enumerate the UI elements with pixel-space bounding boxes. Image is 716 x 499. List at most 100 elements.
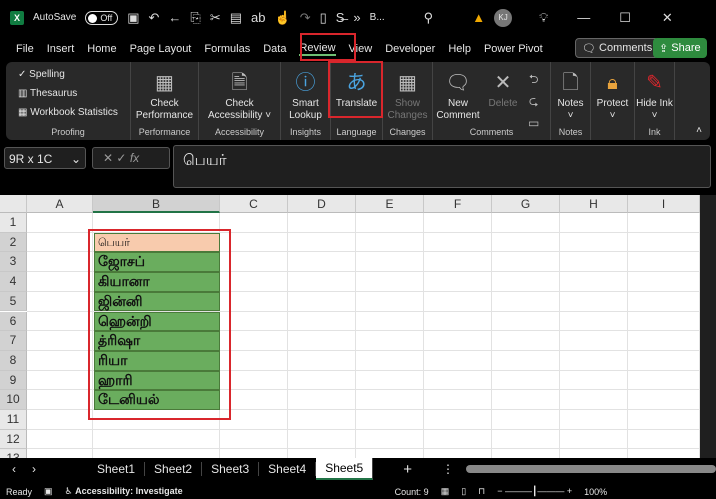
name-box[interactable]: 9R x 1C ⌄ [4,147,86,169]
row-header[interactable]: 6 [0,311,27,332]
select-all-corner[interactable] [0,195,27,213]
sheet-tab[interactable]: Sheet1 [88,462,146,476]
sheet-tab[interactable]: Sheet4 [259,462,317,476]
row-header[interactable]: 2 [0,232,27,253]
formula-input[interactable]: பெயர் [173,145,711,188]
column-header[interactable]: E [356,195,424,213]
enter-icon[interactable]: ✓ [116,151,126,165]
more-icon[interactable]: » [353,10,360,25]
lightbulb-icon[interactable]: 💡︎ [539,10,548,26]
normal-view-icon[interactable]: ▦ [441,486,450,497]
zoom-slider[interactable]: − ———┃——— + [497,486,572,497]
row-header[interactable]: 11 [0,410,27,430]
column-header[interactable]: A [27,195,93,213]
tab-home[interactable]: Home [87,43,116,55]
cut-icon[interactable]: ✂ [210,10,221,26]
row-header[interactable]: 4 [0,272,27,292]
macro-icon[interactable]: ▣ [44,486,53,497]
group-comments: 🗨︎ New Comment ✕ Delete ⮌ ⮎ ▭ Comments [433,62,551,140]
page-break-icon[interactable]: ⊓ [478,486,485,497]
gridline [27,448,700,450]
row-header[interactable]: 3 [0,252,27,273]
close-icon[interactable]: ✕ [662,10,673,26]
search-icon[interactable]: ⚲ [424,10,434,26]
share-button[interactable]: ⇪ Share [653,38,707,58]
save-icon[interactable]: ▣ [127,10,139,26]
minimize-icon[interactable]: — [577,10,590,25]
delete-comment-button[interactable]: ✕ Delete [483,68,523,110]
paste-icon[interactable]: ⎘ [190,10,200,26]
row-header[interactable]: 8 [0,350,27,371]
accessibility-status[interactable]: ♿︎ Accessibility: Investigate [65,486,183,497]
maximize-icon[interactable]: ☐ [619,10,631,26]
add-sheet-icon[interactable]: + [373,461,442,478]
thesaurus-button[interactable]: ▥ Thesaurus [6,83,130,104]
smart-lookup-button[interactable]: ⓘ Smart Lookup [281,68,330,122]
horizontal-scrollbar[interactable] [466,465,716,473]
cancel-icon[interactable]: ✕ [103,151,113,165]
comment-nav-icons[interactable]: ⮌ ⮎ ▭ [528,68,539,134]
column-header[interactable]: I [628,195,700,213]
row-header[interactable]: 9 [0,370,27,391]
sheet-tab[interactable]: Sheet3 [202,462,260,476]
back-icon[interactable]: ← [168,10,181,25]
delete-comment-icon: ✕ [494,72,512,94]
protect-button[interactable]: 🔒︎ Protect ˅ [591,68,634,122]
tab-developer[interactable]: Developer [385,43,435,55]
strikethrough-icon[interactable]: S̶ [336,10,345,25]
gridline [287,213,288,458]
column-header[interactable]: G [492,195,560,213]
column-header[interactable]: H [560,195,628,213]
format-icon[interactable]: ▤ [230,10,242,26]
show-changes-button[interactable]: ▦ Show Changes [383,68,432,122]
next-sheet-icon[interactable]: › [28,462,48,476]
group-insights: ⓘ Smart Lookup Insights [281,62,331,140]
more-options-icon[interactable]: ⋮ [442,462,454,476]
translate-highlight [328,61,383,118]
check-performance-button[interactable]: ▦ Check Performance [131,68,198,122]
autosave-toggle[interactable]: Off [85,10,119,25]
tab-formulas[interactable]: Formulas [204,43,250,55]
row-header[interactable]: 7 [0,331,27,351]
tab-help[interactable]: Help [448,43,471,55]
column-header[interactable]: F [424,195,492,213]
tab-power-pivot[interactable]: Power Pivot [484,43,543,55]
spelling-button[interactable]: ✓ Spelling [6,64,130,85]
collapse-ribbon-icon[interactable]: ˄ [696,125,702,136]
new-file-icon[interactable]: ▯ [320,10,327,26]
column-header[interactable]: D [288,195,356,213]
redo-icon[interactable]: ↷ [300,10,311,26]
autosave-label: AutoSave [33,12,77,23]
hide-ink-button[interactable]: ✎ Hide Ink ˅ [635,68,674,122]
warning-icon[interactable]: ▲ [472,10,485,25]
comments-button[interactable]: 🗨︎ Comments [575,38,660,58]
row-header[interactable]: 1 [0,213,27,233]
avatar[interactable]: KJ [494,8,513,27]
notes-button[interactable]: 🗋︎ Notes ˅ [551,68,590,122]
workbook-statistics-button[interactable]: ▦ Workbook Statistics [6,102,130,123]
vertical-scrollbar[interactable] [700,195,716,458]
column-header[interactable]: B [93,195,220,213]
row-header[interactable]: 12 [0,429,27,450]
tab-data[interactable]: Data [263,43,286,55]
tab-file[interactable]: File [16,43,34,55]
prev-sheet-icon[interactable]: ‹ [0,462,28,476]
row-header[interactable]: 13 [0,449,27,458]
row-header[interactable]: 5 [0,291,27,312]
group-changes: ▦ Show Changes Changes [383,62,433,140]
spelling-icon[interactable]: ab [251,10,265,25]
tab-page-layout[interactable]: Page Layout [130,43,192,55]
touch-icon[interactable]: ☝ [275,10,291,26]
insert-function-button[interactable]: fx [130,151,139,165]
row-header[interactable]: 10 [0,390,27,410]
notes-icon: 🗋︎ [562,72,579,94]
check-accessibility-button[interactable]: 🗎︎ Check Accessibility ˅ [199,68,280,122]
sheet-tab[interactable]: Sheet5 [316,458,374,480]
tab-insert[interactable]: Insert [47,43,75,55]
undo-icon[interactable]: ↶ [149,10,160,26]
sheet-tab[interactable]: Sheet2 [145,462,203,476]
page-layout-icon[interactable]: ▯ [461,486,466,497]
column-header[interactable]: C [220,195,288,213]
new-comment-button[interactable]: 🗨︎ New Comment [433,68,483,122]
zoom-level[interactable]: 100% [584,487,607,497]
